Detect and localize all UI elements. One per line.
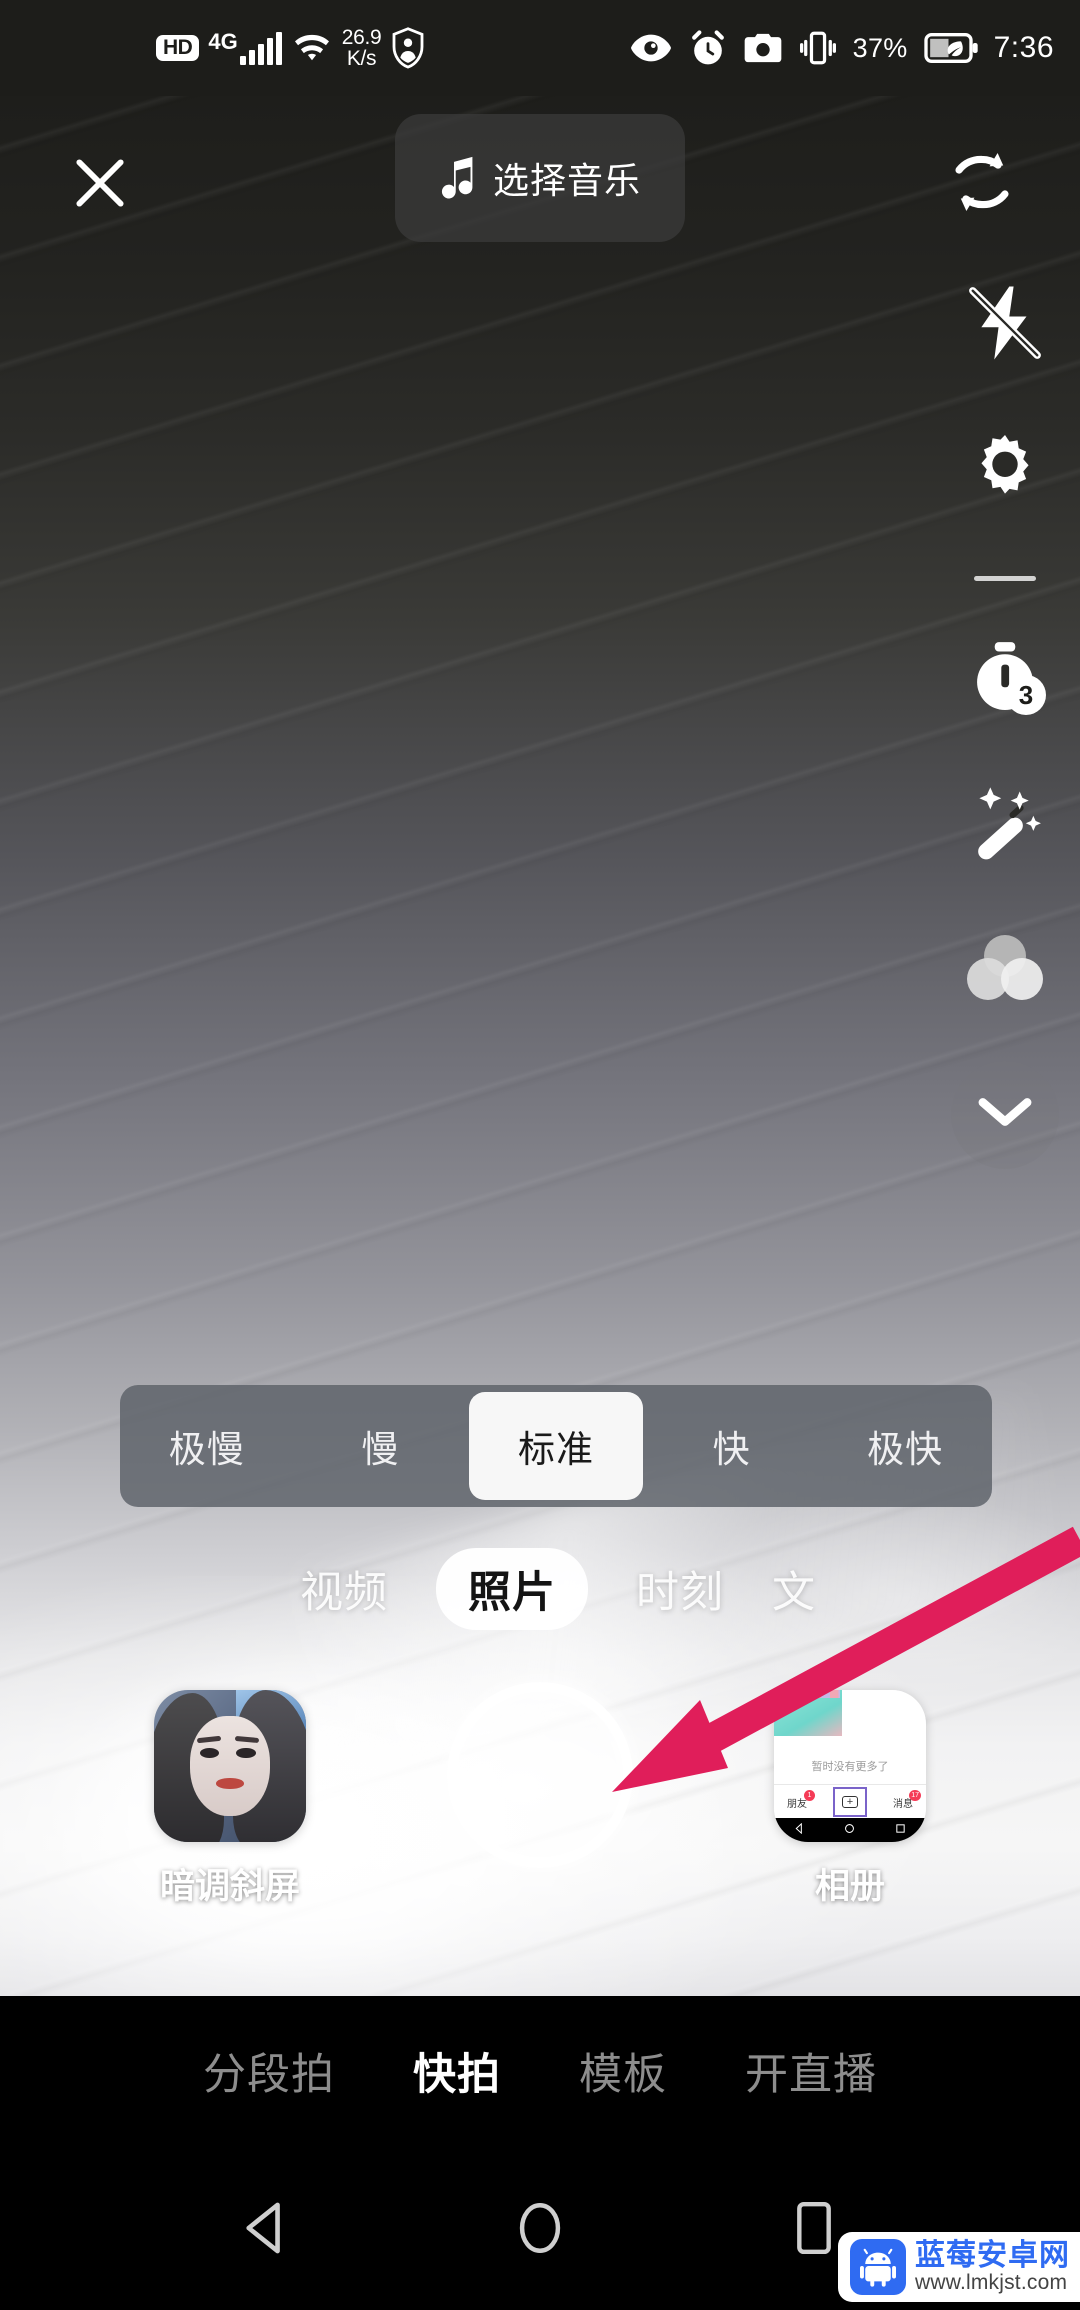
album-preview-messages-badge: 17 xyxy=(909,1789,921,1801)
site-watermark: 蓝莓安卓网 www.lmkjst.com xyxy=(838,2232,1080,2302)
alarm-clock-icon xyxy=(689,29,727,67)
camera-icon xyxy=(743,32,783,64)
signal-bars-icon: 4G xyxy=(208,29,282,65)
hd-badge: HD xyxy=(156,35,200,61)
tab-text[interactable]: 文 xyxy=(772,1558,816,1620)
nav-quick-shoot[interactable]: 快拍 xyxy=(413,2040,501,2102)
speed-selector[interactable]: 极慢 慢 标准 快 极快 xyxy=(120,1385,992,1507)
effect-label: 暗调斜屏 xyxy=(159,1867,300,1906)
eye-icon xyxy=(629,33,673,63)
nav-segment-shoot[interactable]: 分段拍 xyxy=(203,2040,335,2102)
beauty-wand-icon xyxy=(963,780,1047,869)
timer-count-badge: 3 xyxy=(1006,675,1046,715)
vibrate-icon xyxy=(799,30,837,66)
speed-option-very-fast[interactable]: 极快 xyxy=(818,1385,992,1507)
flash-off-icon xyxy=(962,280,1048,371)
album-preview-messages-label: 消息 xyxy=(893,1798,913,1810)
settings-button[interactable] xyxy=(950,416,1060,526)
flip-camera-button[interactable] xyxy=(932,134,1032,234)
flash-off-button[interactable] xyxy=(950,270,1060,380)
select-music-button[interactable]: 选择音乐 xyxy=(394,114,686,242)
album-preview-screenshot: 暂时没有更多了 朋友 1 + 消息 17 xyxy=(774,1690,926,1842)
tab-photo[interactable]: 照片 xyxy=(436,1548,588,1630)
battery-percent-label: 37% xyxy=(852,32,908,63)
recents-square-icon[interactable] xyxy=(782,2196,846,2260)
nav-start-live[interactable]: 开直播 xyxy=(745,2040,877,2102)
net-speed-value: 26.9 xyxy=(341,26,382,49)
chevron-down-icon xyxy=(978,1096,1032,1135)
filter-button[interactable] xyxy=(950,915,1060,1025)
speed-option-standard[interactable]: 标准 xyxy=(469,1392,643,1500)
back-triangle-icon[interactable] xyxy=(234,2196,298,2260)
filter-circles-icon xyxy=(963,929,1047,1012)
shield-person-icon xyxy=(390,27,426,69)
speed-option-fast[interactable]: 快 xyxy=(645,1385,819,1507)
network-speed: 26.9 K/s xyxy=(342,27,382,69)
phone-screen: HD 4G 26.9 K/s 37% 7:36 选择音乐 3 极慢 慢 标准 快… xyxy=(0,0,1080,2310)
nav-template[interactable]: 模板 xyxy=(579,2040,667,2102)
album-preview-nav-bar xyxy=(774,1817,926,1842)
effect-preset-button[interactable]: 暗调斜屏 xyxy=(140,1690,320,1909)
album-button[interactable]: 暂时没有更多了 朋友 1 + 消息 17 相册 xyxy=(760,1690,940,1909)
android-robot-logo-icon xyxy=(850,2239,906,2295)
home-circle-icon[interactable] xyxy=(508,2196,572,2260)
watermark-site-name: 蓝莓安卓网 xyxy=(915,2239,1070,2273)
expand-toolbar-button[interactable] xyxy=(951,1061,1059,1169)
camera-side-toolbar: 3 xyxy=(930,270,1080,1169)
album-label: 相册 xyxy=(814,1867,885,1906)
watermark-url: www.lmkjst.com xyxy=(915,2270,1068,2294)
watermark-texts: 蓝莓安卓网 www.lmkjst.com xyxy=(915,2240,1070,2294)
album-preview-friends-badge: 1 xyxy=(804,1789,815,1801)
effect-thumbnail xyxy=(154,1690,306,1842)
bottom-mode-nav: 分段拍 快拍 模板 开直播 xyxy=(0,1996,1080,2146)
music-note-icon xyxy=(439,155,479,201)
beauty-button[interactable] xyxy=(950,769,1060,879)
tab-moment[interactable]: 时刻 xyxy=(636,1558,724,1620)
timer-button[interactable]: 3 xyxy=(950,623,1060,733)
status-bar-left: HD 4G 26.9 K/s xyxy=(156,27,426,69)
network-type-label: 4G xyxy=(208,29,238,54)
shutter-button[interactable] xyxy=(447,1682,633,1868)
album-preview-friends-label: 朋友 xyxy=(787,1798,807,1810)
settings-gear-icon xyxy=(964,428,1046,515)
album-preview-plus-button: + xyxy=(833,1787,867,1818)
net-speed-unit: K/s xyxy=(346,47,377,70)
speed-option-slow[interactable]: 慢 xyxy=(294,1385,468,1507)
timer-icon: 3 xyxy=(966,639,1046,717)
tab-video[interactable]: 视频 xyxy=(300,1558,388,1620)
album-thumbnail: 暂时没有更多了 朋友 1 + 消息 17 xyxy=(774,1690,926,1842)
status-bar: HD 4G 26.9 K/s 37% 7:36 xyxy=(0,0,1080,96)
speed-option-very-slow[interactable]: 极慢 xyxy=(120,1385,294,1507)
toolbar-divider xyxy=(974,576,1036,581)
wifi-icon xyxy=(291,31,333,65)
portrait-image xyxy=(154,1690,306,1842)
flip-camera-icon xyxy=(943,143,1021,226)
camera-top-bar: 选择音乐 xyxy=(0,96,1080,276)
album-preview-empty-text: 暂时没有更多了 xyxy=(811,1761,889,1774)
close-button[interactable] xyxy=(55,138,145,228)
select-music-label: 选择音乐 xyxy=(492,160,642,201)
battery-leaf-icon xyxy=(923,33,978,63)
capture-controls-row: 暗调斜屏 暂时没有更多了 朋友 1 + 消息 17 相册 xyxy=(0,1682,1080,1960)
status-bar-right: 37% 7:36 xyxy=(629,29,1054,67)
capture-mode-tabs: 视频 照片 时刻 文 xyxy=(0,1535,1080,1643)
clock-time: 7:36 xyxy=(993,31,1054,64)
